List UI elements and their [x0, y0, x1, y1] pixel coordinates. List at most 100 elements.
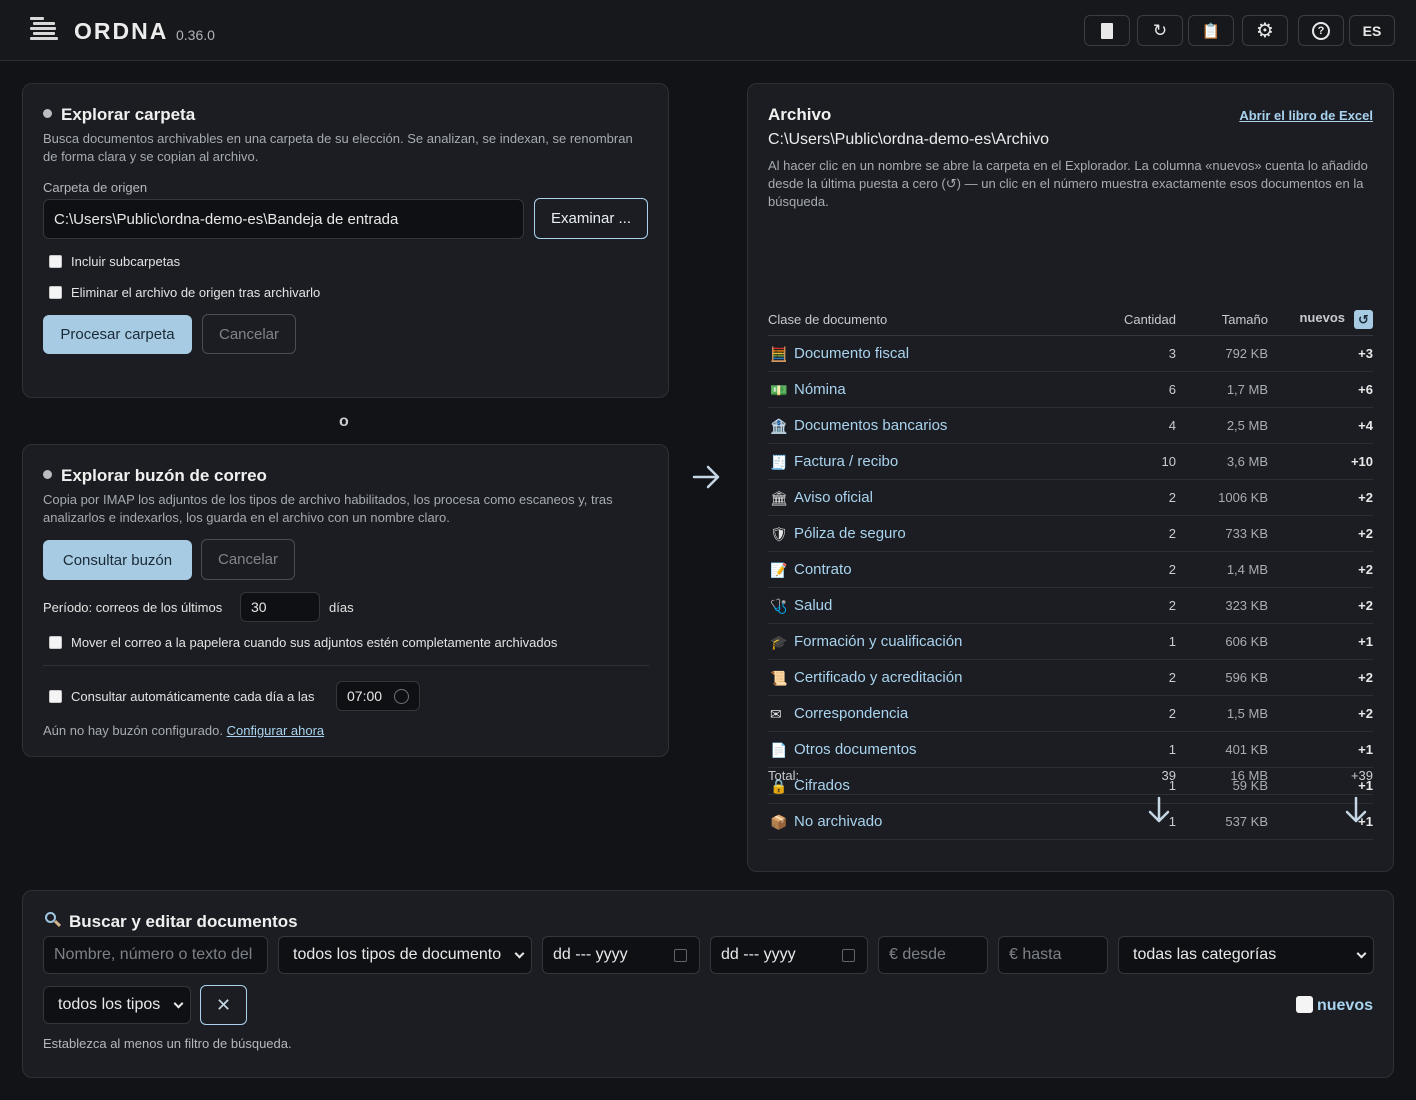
document-class-link[interactable]: No archivado: [794, 813, 882, 830]
mailbox-card: Explorar buzón de correo Copia por IMAP …: [22, 444, 669, 757]
folder-description: Busca documentos archivables en una carp…: [43, 131, 633, 164]
document-count: 2: [1168, 490, 1176, 505]
archive-title: Archivo: [768, 105, 832, 124]
chevron-down-icon: [1356, 948, 1367, 959]
table-row: 🎓 Formación y cualificación 1 606 KB +1: [768, 624, 1373, 660]
abacus-icon: 🧮: [770, 346, 788, 362]
source-folder-label: Carpeta de origen: [43, 180, 148, 195]
doc-type-select[interactable]: todos los tipos de documento: [278, 936, 532, 974]
table-row: 📦 No archivado 1 537 KB +1: [768, 804, 1373, 840]
search-card: Buscar y editar documentos Nombre, númer…: [22, 890, 1394, 1078]
new-count-link[interactable]: +2: [1358, 706, 1373, 721]
clipboard-icon: 📋: [1201, 22, 1221, 40]
document-class-link[interactable]: Certificado y acreditación: [794, 669, 962, 686]
new-count-link[interactable]: +2: [1358, 562, 1373, 577]
clock-icon[interactable]: [394, 689, 409, 704]
amount-from-input[interactable]: € desde: [878, 936, 988, 974]
auto-check-checkbox[interactable]: [49, 690, 62, 703]
include-subfolders-checkbox[interactable]: [49, 255, 62, 268]
document-class-link[interactable]: Documentos bancarios: [794, 417, 947, 434]
document-count: 2: [1168, 598, 1176, 613]
folder-card-title: Explorar carpeta: [43, 105, 195, 125]
reset-new-button[interactable]: ↺: [1354, 310, 1373, 329]
new-count-link[interactable]: +6: [1358, 382, 1373, 397]
period-unit: días: [329, 600, 354, 615]
new-count-link[interactable]: +4: [1358, 418, 1373, 433]
table-row: 🧮 Documento fiscal 3 792 KB +3: [768, 336, 1373, 372]
document-count: 2: [1168, 562, 1176, 577]
process-folder-button[interactable]: Procesar carpeta: [43, 315, 192, 354]
new-count-link[interactable]: +2: [1358, 490, 1373, 505]
date-from-input[interactable]: dd --- yyyy: [542, 936, 700, 974]
document-class-link[interactable]: Póliza de seguro: [794, 525, 906, 542]
government-building-icon: 🏛: [770, 490, 788, 506]
new-only-checkbox[interactable]: [1296, 996, 1313, 1013]
language-button[interactable]: ES: [1349, 15, 1395, 46]
chevron-down-icon: [173, 998, 184, 1009]
document-class-link[interactable]: Salud: [794, 597, 832, 614]
document-class-link[interactable]: Nómina: [794, 381, 846, 398]
cancel-mailbox-button[interactable]: Cancelar: [201, 539, 295, 580]
arrow-down-icon: [1148, 796, 1170, 827]
envelope-icon: ✉: [770, 706, 782, 722]
document-button[interactable]: [1084, 15, 1130, 46]
configure-now-link[interactable]: Configurar ahora: [227, 723, 325, 738]
mailbox-card-title: Explorar buzón de correo: [43, 466, 267, 486]
table-row: 🏦 Documentos bancarios 4 2,5 MB +4: [768, 408, 1373, 444]
stethoscope-icon: 🩺: [770, 598, 788, 614]
include-subfolders-label: Incluir subcarpetas: [71, 254, 181, 269]
check-mailbox-button[interactable]: Consultar buzón: [43, 540, 192, 580]
document-count: 1: [1168, 634, 1176, 649]
table-row: ✉ Correspondencia 2 1,5 MB +2: [768, 696, 1373, 732]
new-count-link[interactable]: +2: [1358, 670, 1373, 685]
arrow-right-icon: [692, 464, 722, 490]
clear-filters-button[interactable]: ✕: [200, 985, 247, 1025]
trash-mail-checkbox[interactable]: [49, 636, 62, 649]
help-button[interactable]: ?: [1298, 15, 1344, 46]
clipboard-button[interactable]: 📋: [1188, 15, 1234, 46]
archive-path: C:\Users\Public\ordna-demo-es\Archivo: [768, 131, 1049, 148]
document-class-link[interactable]: Documento fiscal: [794, 345, 909, 362]
document-class-link[interactable]: Correspondencia: [794, 705, 908, 722]
document-size: 606 KB: [1225, 634, 1268, 649]
status-dot: [43, 470, 52, 479]
source-folder-input[interactable]: C:\Users\Public\ordna-demo-es\Bandeja de…: [43, 199, 524, 239]
document-class-link[interactable]: Factura / recibo: [794, 453, 898, 470]
document-size: 3,6 MB: [1226, 454, 1268, 469]
document-icon: [1101, 22, 1113, 39]
refresh-icon: ↻: [1152, 20, 1168, 40]
period-days-input[interactable]: 30: [240, 592, 320, 622]
cancel-folder-button[interactable]: Cancelar: [202, 314, 296, 354]
delete-source-checkbox[interactable]: [49, 286, 62, 299]
new-count-link[interactable]: +10: [1351, 454, 1373, 469]
document-class-link[interactable]: Contrato: [794, 561, 852, 578]
document-class-link[interactable]: Aviso oficial: [794, 489, 873, 506]
new-count-link[interactable]: +1: [1358, 742, 1373, 757]
document-class-link[interactable]: Formación y cualificación: [794, 633, 962, 650]
mailbox-description: Copia por IMAP los adjuntos de los tipos…: [43, 492, 613, 525]
page-icon: 📄: [770, 742, 788, 758]
memo-icon: 📝: [770, 562, 788, 578]
new-count-link[interactable]: +2: [1358, 526, 1373, 541]
settings-button[interactable]: ⚙: [1242, 15, 1288, 46]
browse-button[interactable]: Examinar ...: [534, 198, 648, 239]
amount-to-input[interactable]: € hasta: [998, 936, 1108, 974]
auto-check-time-input[interactable]: 07:00: [336, 681, 420, 711]
new-count-link[interactable]: +2: [1358, 598, 1373, 613]
calendar-icon[interactable]: [674, 949, 687, 962]
search-text-input[interactable]: Nombre, número o texto del: [43, 936, 268, 974]
document-class-link[interactable]: Otros documentos: [794, 741, 917, 758]
table-row: 📝 Contrato 2 1,4 MB +2: [768, 552, 1373, 588]
banknote-icon: 💵: [770, 382, 788, 398]
refresh-button[interactable]: ↻: [1137, 15, 1183, 46]
category-select[interactable]: todas las categorías: [1118, 936, 1374, 974]
new-count-link[interactable]: +3: [1358, 346, 1373, 361]
total-qty: 39: [1161, 768, 1176, 783]
calendar-icon[interactable]: [842, 949, 855, 962]
kind-select[interactable]: todos los tipos: [43, 986, 191, 1024]
magnifier-icon: [45, 912, 62, 928]
total-size: 16 MB: [1230, 768, 1268, 783]
open-excel-link[interactable]: Abrir el libro de Excel: [1239, 108, 1373, 123]
date-to-input[interactable]: dd --- yyyy: [710, 936, 868, 974]
new-count-link[interactable]: +1: [1358, 634, 1373, 649]
